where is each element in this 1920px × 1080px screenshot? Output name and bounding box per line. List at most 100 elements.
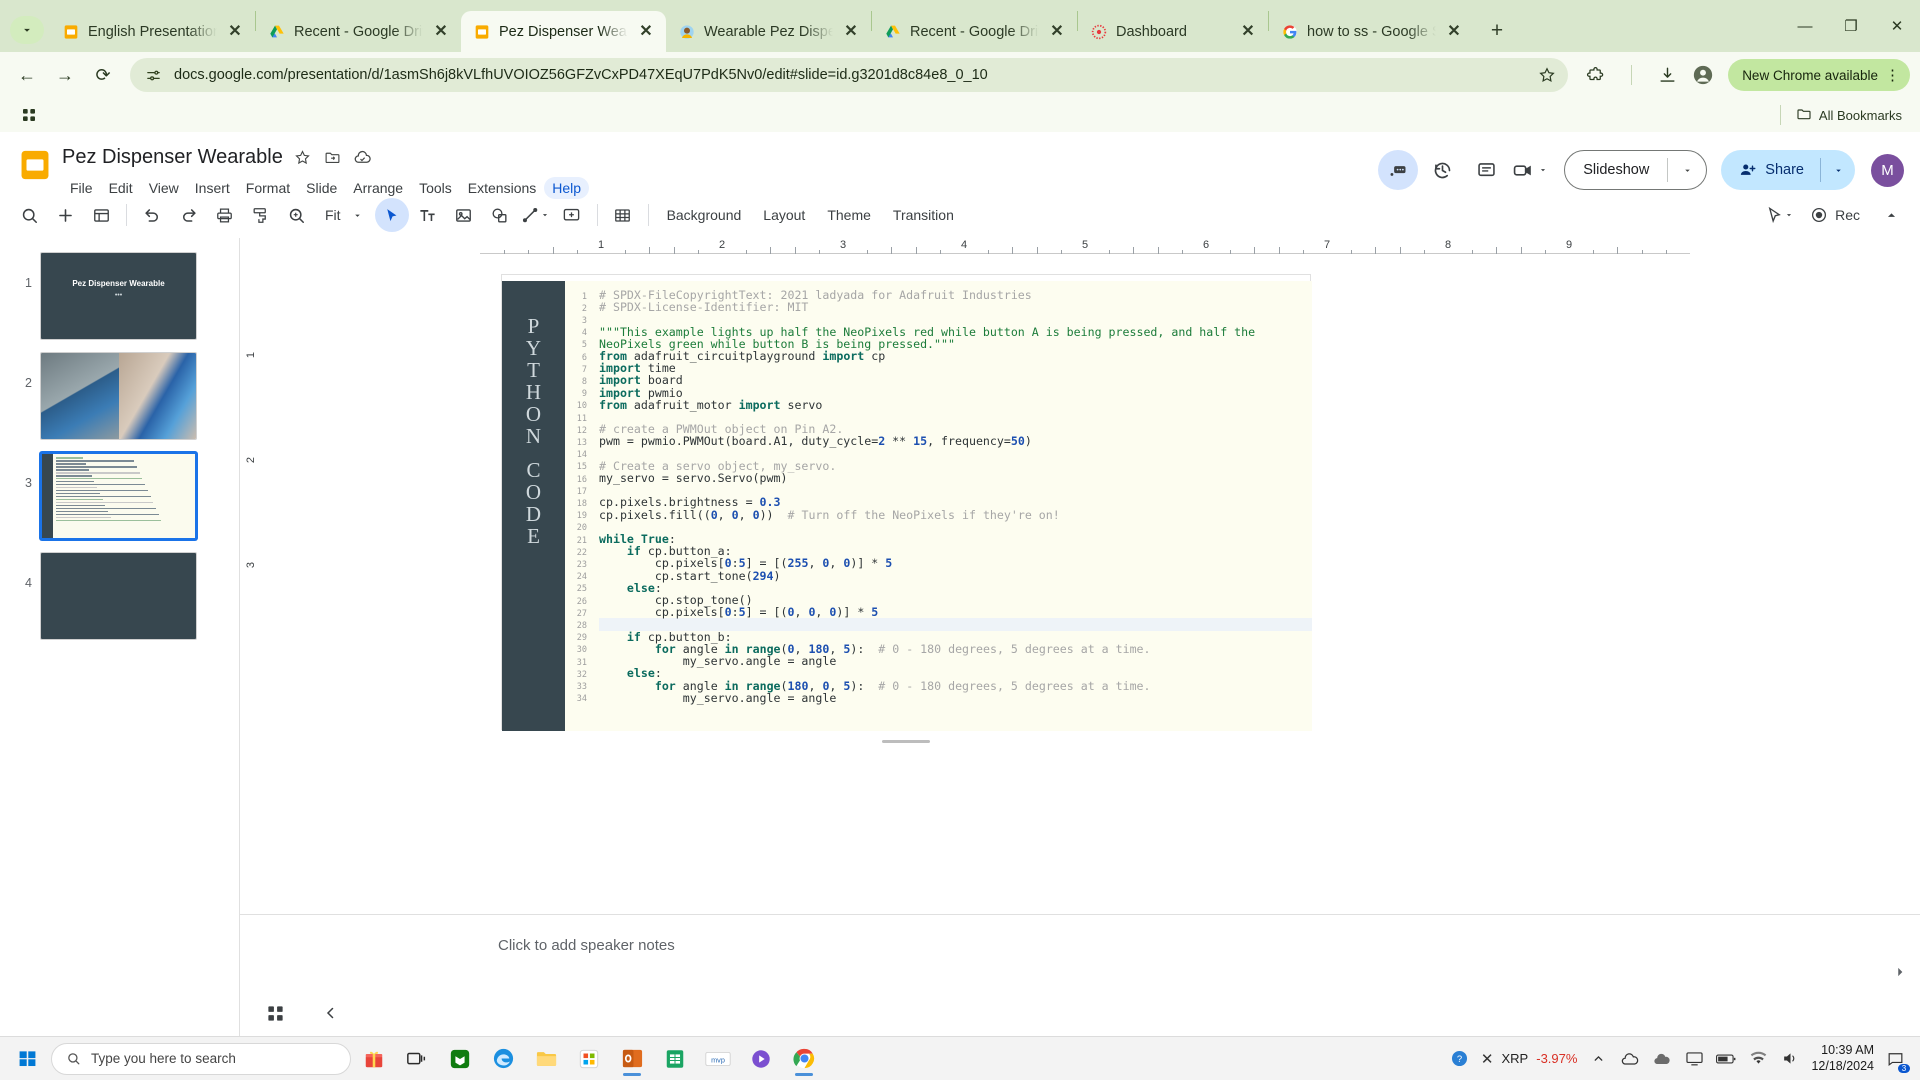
grid-view-button[interactable] (260, 998, 290, 1028)
tab-close-button[interactable]: ✕ (1444, 22, 1464, 42)
onedrive-icon[interactable] (1619, 1048, 1641, 1070)
redo-icon[interactable] (171, 198, 205, 232)
taskbar-app-media[interactable] (741, 1040, 781, 1078)
downloads-icon[interactable] (1650, 58, 1684, 92)
menu-view[interactable]: View (141, 177, 187, 199)
battery-icon[interactable] (1715, 1048, 1737, 1070)
new-tab-button[interactable]: + (1480, 14, 1514, 48)
share-dropdown-button[interactable] (1821, 165, 1855, 176)
add-slide-button[interactable] (48, 198, 82, 232)
menu-arrange[interactable]: Arrange (345, 177, 411, 199)
all-bookmarks-button[interactable]: All Bookmarks (1779, 105, 1908, 125)
add-comment-icon[interactable] (555, 198, 589, 232)
document-title[interactable]: Pez Dispenser Wearable (62, 146, 283, 169)
taskbar-app-xbox[interactable] (440, 1040, 480, 1078)
menu-extensions[interactable]: Extensions (460, 177, 544, 199)
browser-tab[interactable]: Recent - Google Drive ✕ (872, 11, 1077, 52)
screen-icon[interactable] (1683, 1048, 1705, 1070)
browser-tab[interactable]: Wearable Pez Dispenser ✕ (666, 11, 871, 52)
cloud-icon[interactable] (1651, 1048, 1673, 1070)
taskbar-app-edge[interactable] (483, 1040, 523, 1078)
collapse-filmstrip-button[interactable] (316, 998, 346, 1028)
current-slide[interactable]: PYTHON CODE 1 2 3 4 5 6 7 8 9 10 11 12 13 14 15 16 17 18 1… (501, 274, 1312, 743)
move-to-folder-icon[interactable] (323, 147, 343, 167)
taskbar-app-store[interactable] (569, 1040, 609, 1078)
filmstrip-row[interactable]: 4 (0, 552, 239, 652)
slide-thumbnail[interactable] (40, 452, 197, 540)
menu-tools[interactable]: Tools (411, 177, 460, 199)
table-icon[interactable] (606, 198, 640, 232)
stock-widget[interactable]: ✕ XRP -3.97% (1481, 1050, 1578, 1068)
filmstrip-row[interactable]: 2 (0, 352, 239, 452)
taskbar-task-view[interactable] (397, 1040, 437, 1078)
tab-close-button[interactable]: ✕ (431, 22, 451, 42)
avatar[interactable]: M (1871, 153, 1904, 187)
site-settings-icon[interactable] (142, 64, 164, 86)
slide-canvas[interactable]: 123 PYTHON CODE 1 2 3 4 5 6 7 8 9 10 11 12 13 14 15 16 1… (240, 256, 1920, 914)
resize-handle[interactable] (882, 740, 930, 743)
profile-icon[interactable] (1686, 58, 1720, 92)
share-button[interactable]: Share (1721, 161, 1820, 179)
print-icon[interactable] (207, 198, 241, 232)
taskbar-app-outlook[interactable] (612, 1040, 652, 1078)
address-bar-text[interactable]: docs.google.com/presentation/d/1asmSh6j8… (174, 67, 1526, 83)
undo-icon[interactable] (135, 198, 169, 232)
speaker-notes-panel[interactable]: Click to add speaker notes (240, 914, 1920, 990)
paint-format-icon[interactable] (243, 198, 277, 232)
meet-comment-icon[interactable] (1378, 150, 1419, 190)
help-icon[interactable]: ? (1449, 1048, 1471, 1070)
version-history-icon[interactable] (1422, 150, 1462, 190)
taskbar-app-chrome[interactable] (784, 1040, 824, 1078)
volume-icon[interactable] (1779, 1048, 1801, 1070)
zoom-level-select[interactable]: Fit (315, 199, 373, 231)
menu-insert[interactable]: Insert (187, 177, 238, 199)
zoom-icon[interactable] (279, 198, 313, 232)
background-button[interactable]: Background (657, 201, 752, 229)
tab-close-button[interactable]: ✕ (1238, 22, 1258, 42)
extensions-icon[interactable] (1578, 58, 1612, 92)
search-icon[interactable] (12, 198, 46, 232)
browser-tab[interactable]: how to ss - Google S ✕ (1269, 11, 1474, 52)
menu-help[interactable]: Help (544, 177, 590, 199)
menu-edit[interactable]: Edit (101, 177, 141, 199)
rec-button[interactable]: Rec (1800, 198, 1870, 232)
menu-format[interactable]: Format (238, 177, 298, 199)
layout-button[interactable]: Layout (753, 201, 815, 229)
browser-tab[interactable]: Pez Dispenser Wearable ✕ (461, 11, 666, 52)
transition-button[interactable]: Transition (883, 201, 964, 229)
image-icon[interactable] (447, 198, 481, 232)
notification-center-button[interactable]: 3 (1884, 1048, 1910, 1073)
slide-filmstrip[interactable]: 1 Pez Dispenser Wearable ••• 2 3 4 (0, 238, 240, 1036)
cloud-saved-icon[interactable] (353, 147, 373, 167)
taskbar-clock[interactable]: 10:39 AM 12/18/2024 (1811, 1043, 1874, 1074)
comment-icon[interactable] (1466, 150, 1506, 190)
tab-search-button[interactable] (4, 10, 50, 50)
wifi-icon[interactable] (1747, 1048, 1769, 1070)
browser-tab[interactable]: Dashboard ✕ (1078, 11, 1268, 52)
laser-pointer-icon[interactable] (1762, 198, 1796, 232)
collapse-toolbar-button[interactable] (1874, 198, 1908, 232)
layout-icon[interactable] (84, 198, 118, 232)
tab-close-button[interactable]: ✕ (636, 22, 656, 42)
present-camera-icon[interactable] (1510, 150, 1550, 190)
taskbar-app-file-explorer[interactable] (526, 1040, 566, 1078)
speaker-notes-placeholder[interactable]: Click to add speaker notes (498, 937, 675, 954)
tab-close-button[interactable]: ✕ (1047, 22, 1067, 42)
theme-button[interactable]: Theme (817, 201, 881, 229)
tray-expand-button[interactable] (1587, 1048, 1609, 1070)
back-button[interactable]: ← (10, 58, 44, 92)
window-minimize-button[interactable]: — (1782, 0, 1828, 52)
menu-file[interactable]: File (62, 177, 101, 199)
slide-thumbnail[interactable]: Pez Dispenser Wearable ••• (40, 252, 197, 340)
taskbar-app-mvp[interactable]: mvp (698, 1040, 738, 1078)
notes-collapse-button[interactable] (1888, 960, 1912, 984)
slide-thumbnail[interactable] (40, 552, 197, 640)
tab-close-button[interactable]: ✕ (841, 22, 861, 42)
kebab-icon[interactable]: ⋮ (1885, 68, 1900, 83)
filmstrip-row[interactable]: 3 (0, 452, 239, 552)
chevron-down-icon[interactable] (1538, 165, 1548, 175)
select-tool-button[interactable] (374, 198, 409, 232)
text-box-icon[interactable] (411, 198, 445, 232)
taskbar-search-input[interactable]: Type you here to search (51, 1042, 351, 1075)
stock-close-icon[interactable]: ✕ (1481, 1050, 1494, 1068)
